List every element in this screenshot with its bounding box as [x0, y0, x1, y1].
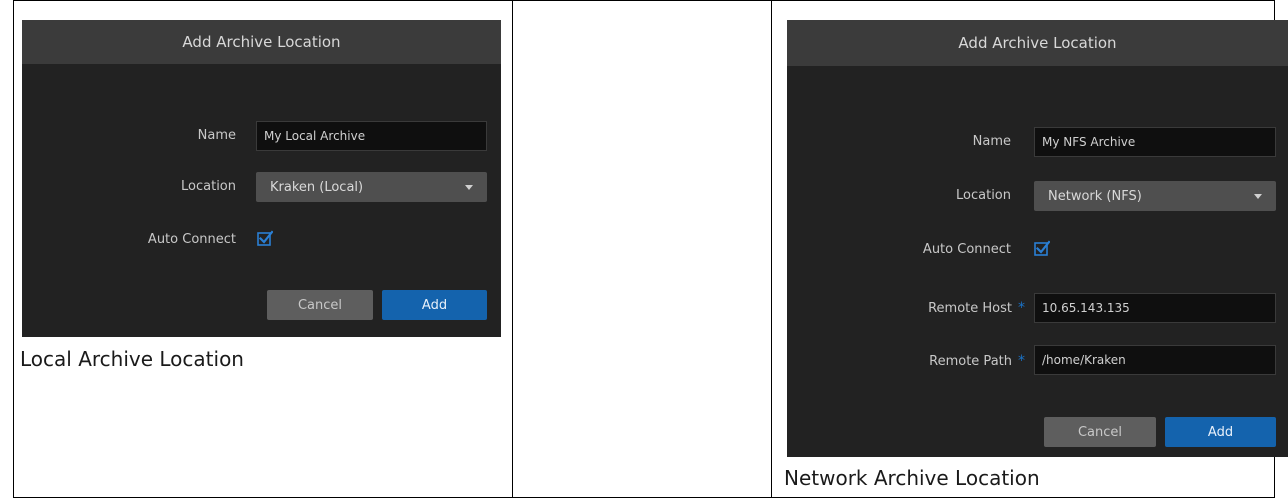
- remote-host-label: Remote Host *: [847, 300, 1025, 316]
- cancel-button[interactable]: Cancel: [1044, 417, 1156, 447]
- location-label: Location: [181, 179, 236, 194]
- auto-connect-label: Auto Connect: [147, 232, 236, 247]
- name-field[interactable]: My NFS Archive: [1034, 127, 1276, 157]
- cancel-button[interactable]: Cancel: [267, 290, 373, 320]
- location-label: Location: [956, 188, 1011, 203]
- name-label: Name: [197, 128, 236, 143]
- add-button[interactable]: Add: [1165, 417, 1276, 447]
- location-select-value: Kraken (Local): [270, 179, 364, 195]
- local-archive-dialog: Add Archive Location Name My Local Archi…: [22, 20, 501, 337]
- remote-path-label-text: Remote Path: [929, 354, 1012, 369]
- name-label: Name: [972, 134, 1011, 149]
- remote-path-field[interactable]: /home/Kraken: [1034, 345, 1276, 375]
- dialog-title: Add Archive Location: [787, 20, 1288, 66]
- network-caption: Network Archive Location: [784, 466, 1040, 490]
- remote-host-field[interactable]: 10.65.143.135: [1034, 293, 1276, 323]
- required-marker: *: [1018, 300, 1025, 316]
- remote-host-label-text: Remote Host: [928, 301, 1012, 316]
- table-cell-empty: [512, 0, 771, 498]
- chevron-down-icon: [1254, 193, 1262, 199]
- location-select[interactable]: Kraken (Local): [256, 172, 487, 202]
- location-select-value: Network (NFS): [1048, 188, 1142, 204]
- remote-path-label: Remote Path *: [847, 353, 1025, 369]
- add-button[interactable]: Add: [382, 290, 487, 320]
- auto-connect-checkbox[interactable]: [1034, 240, 1050, 256]
- network-archive-dialog: Add Archive Location Name My NFS Archive…: [787, 20, 1288, 457]
- local-caption: Local Archive Location: [20, 347, 244, 371]
- name-field[interactable]: My Local Archive: [256, 121, 487, 151]
- auto-connect-label: Auto Connect: [922, 242, 1011, 257]
- chevron-down-icon: [465, 184, 473, 190]
- required-marker: *: [1018, 353, 1025, 369]
- location-select[interactable]: Network (NFS): [1034, 181, 1276, 211]
- auto-connect-checkbox[interactable]: [257, 230, 273, 246]
- dialog-title: Add Archive Location: [22, 20, 501, 64]
